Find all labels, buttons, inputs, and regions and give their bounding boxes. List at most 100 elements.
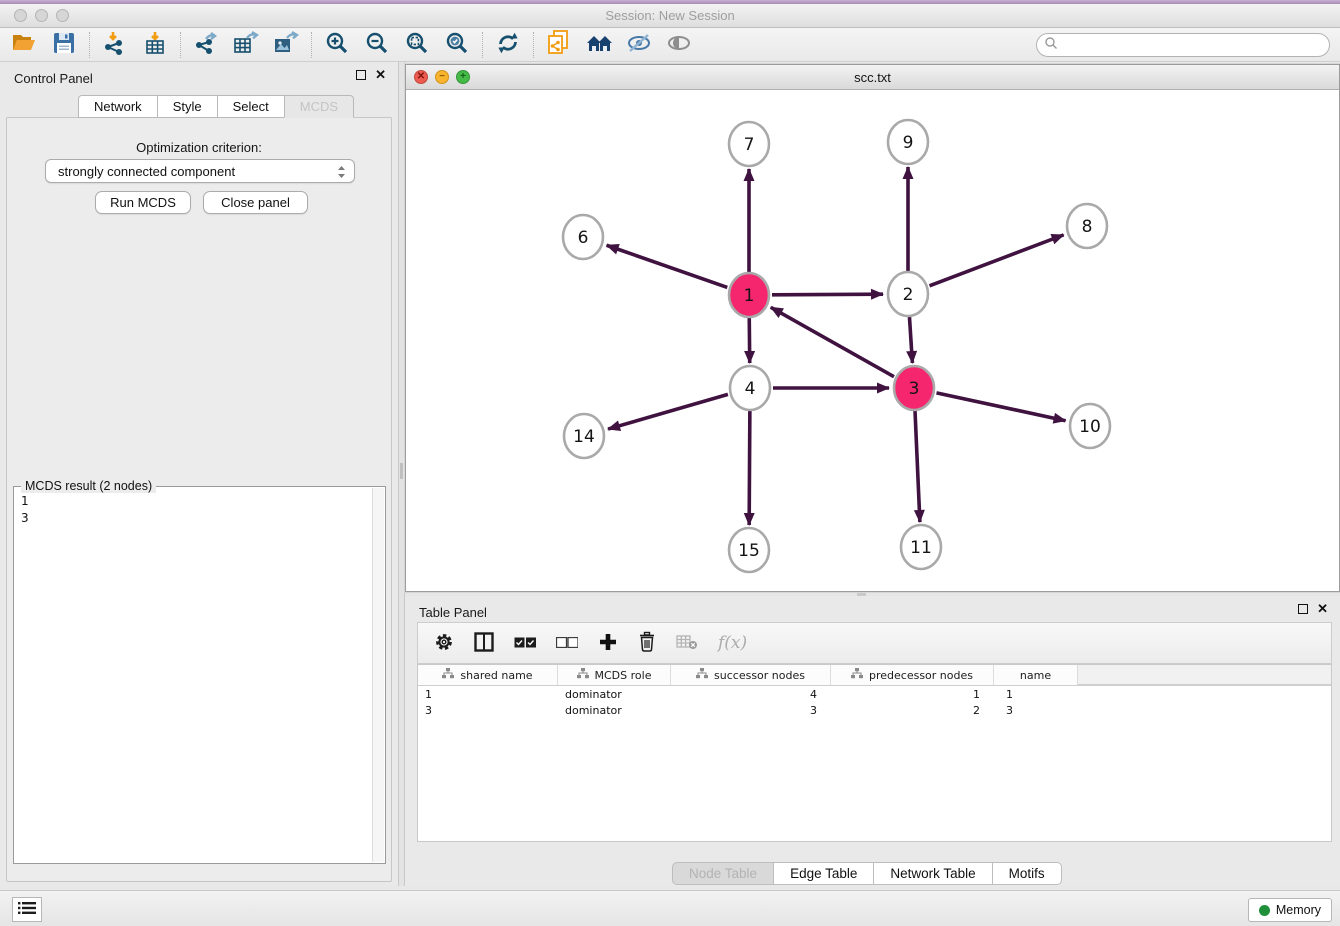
graph-node-1[interactable]: 1 [729, 273, 769, 317]
column-label: shared name [460, 669, 532, 682]
delete-column-button[interactable] [638, 631, 656, 655]
table-row[interactable]: 1dominator411 [418, 686, 1331, 702]
graph-edge-1-6[interactable] [607, 245, 728, 287]
network-window-titlebar[interactable]: ✕ − + scc.txt [406, 65, 1339, 90]
open-session-button[interactable] [4, 30, 44, 60]
graph-edge-4-15[interactable] [749, 411, 750, 525]
graph-edge-3-10[interactable] [936, 393, 1065, 421]
clone-network-button[interactable] [539, 30, 579, 60]
network-minimize-button[interactable]: − [435, 70, 449, 84]
network-maximize-button[interactable]: + [456, 70, 470, 84]
graph-node-6[interactable]: 6 [563, 215, 603, 259]
close-panel-icon[interactable]: ✕ [1317, 604, 1328, 614]
result-scrollbar[interactable] [372, 488, 384, 862]
criterion-dropdown[interactable]: strongly connected component [45, 159, 355, 183]
show-all-networks-button[interactable] [579, 30, 619, 60]
add-column-button[interactable] [598, 632, 618, 655]
graph-node-3[interactable]: 3 [894, 366, 934, 410]
float-panel-icon[interactable] [356, 70, 366, 80]
graph-node-2[interactable]: 2 [888, 272, 928, 316]
zoom-in-icon [325, 31, 349, 58]
network-close-button[interactable]: ✕ [414, 70, 428, 84]
network-canvas[interactable]: 1 2 3 4 6 7 8 9 10 11 14 15 [406, 90, 1339, 591]
graph-edge-3-11[interactable] [915, 411, 920, 522]
table-panel: Table Panel ✕ [405, 596, 1340, 886]
refresh-button[interactable] [488, 30, 528, 60]
table-cell[interactable]: 3 [418, 704, 558, 717]
graph-edge-2-8[interactable] [930, 235, 1064, 286]
table-cell[interactable]: 2 [831, 704, 994, 717]
graph-node-14[interactable]: 14 [564, 414, 604, 458]
show-hidden-button[interactable] [659, 30, 699, 60]
import-network-icon [103, 31, 127, 58]
graph-node-10[interactable]: 10 [1070, 404, 1110, 448]
column-view-button[interactable] [474, 632, 494, 655]
import-table-button[interactable] [135, 30, 175, 60]
export-image-button[interactable] [266, 30, 306, 60]
graph-node-9[interactable]: 9 [888, 120, 928, 164]
search-field[interactable] [1036, 33, 1330, 57]
vertical-splitter[interactable] [398, 62, 405, 886]
graph-node-11[interactable]: 11 [901, 525, 941, 569]
run-mcds-button[interactable]: Run MCDS [95, 191, 191, 214]
table-cell[interactable]: dominator [558, 704, 671, 717]
tab-network-table[interactable]: Network Table [873, 862, 991, 885]
save-session-button[interactable] [44, 30, 84, 60]
export-network-icon [194, 31, 218, 58]
table-cell[interactable]: 1 [994, 688, 1078, 701]
graph-edge-2-3[interactable] [909, 317, 912, 363]
graph-edge-4-14[interactable] [608, 394, 728, 429]
tab-style[interactable]: Style [157, 95, 217, 118]
hide-selected-button[interactable] [619, 30, 659, 60]
float-panel-icon[interactable] [1298, 604, 1308, 614]
deselect-all-button[interactable] [556, 636, 578, 651]
column-header-successor-nodes[interactable]: successor nodes [671, 665, 831, 685]
zoom-fit-button[interactable] [397, 30, 437, 60]
column-header-MCDS-role[interactable]: MCDS role [558, 665, 671, 685]
control-panel: Control Panel ✕ Network Style Select MCD… [0, 62, 398, 886]
trash-icon [638, 631, 656, 655]
table-cell[interactable]: 1 [418, 688, 558, 701]
graph-edge-1-2[interactable] [772, 294, 883, 295]
graph-node-4[interactable]: 4 [730, 366, 770, 410]
column-header-predecessor-nodes[interactable]: predecessor nodes [831, 665, 994, 685]
tab-motifs[interactable]: Motifs [992, 862, 1062, 885]
table-cell[interactable]: 3 [994, 704, 1078, 717]
graph-edge-3-1[interactable] [771, 307, 894, 376]
close-panel-icon[interactable]: ✕ [375, 70, 386, 80]
table-cell[interactable]: dominator [558, 688, 671, 701]
table-cell[interactable]: 3 [671, 704, 831, 717]
export-table-button[interactable] [226, 30, 266, 60]
houses-icon [584, 32, 614, 57]
splitter-handle[interactable] [400, 463, 403, 479]
control-panel-title: Control Panel [14, 71, 93, 86]
tab-network[interactable]: Network [78, 95, 157, 118]
tab-node-table[interactable]: Node Table [672, 862, 773, 885]
zoom-in-button[interactable] [317, 30, 357, 60]
table-cell[interactable]: 1 [831, 688, 994, 701]
zoom-out-button[interactable] [357, 30, 397, 60]
export-network-button[interactable] [186, 30, 226, 60]
search-input[interactable] [1058, 36, 1329, 54]
import-network-button[interactable] [95, 30, 135, 60]
graph-node-8[interactable]: 8 [1067, 204, 1107, 248]
table-cell[interactable]: 4 [671, 688, 831, 701]
tab-mcds[interactable]: MCDS [284, 95, 354, 118]
table-settings-button[interactable] [434, 632, 454, 655]
tab-select[interactable]: Select [217, 95, 284, 118]
column-header-shared-name[interactable]: shared name [418, 665, 558, 685]
delete-table-button [676, 634, 698, 653]
graph-node-15[interactable]: 15 [729, 528, 769, 572]
graph-node-7[interactable]: 7 [729, 122, 769, 166]
column-header-name[interactable]: name [994, 665, 1078, 685]
eye-icon [666, 33, 692, 56]
node-table[interactable]: shared name MCDS rolesuccessor nodesprede… [417, 664, 1332, 842]
tab-edge-table[interactable]: Edge Table [773, 862, 873, 885]
memory-button[interactable]: Memory [1248, 898, 1332, 922]
task-history-button[interactable] [12, 897, 42, 922]
table-row[interactable]: 3dominator323 [418, 702, 1331, 718]
select-all-button[interactable] [514, 636, 536, 651]
mcds-result-list[interactable]: 13 [14, 489, 371, 863]
zoom-selected-button[interactable] [437, 30, 477, 60]
close-panel-button[interactable]: Close panel [203, 191, 308, 214]
